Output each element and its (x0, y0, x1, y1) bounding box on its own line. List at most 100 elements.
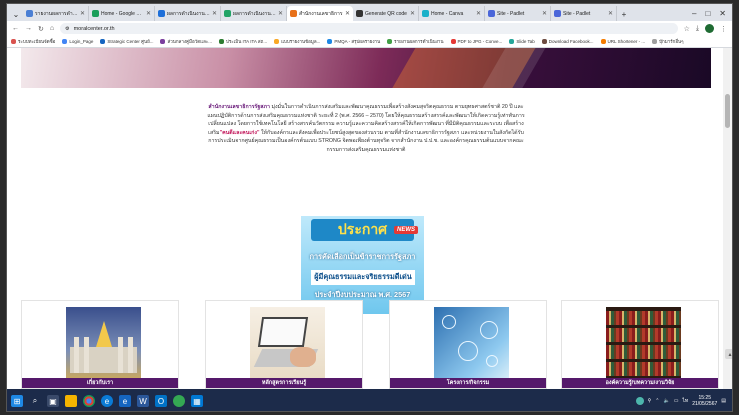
download-icon[interactable]: ⤓ (696, 25, 699, 33)
bookmark-favicon-icon (100, 39, 106, 44)
browser-tab[interactable]: Generate QR code ✕ (353, 6, 419, 21)
forward-arrow-icon[interactable]: → (25, 25, 32, 32)
edge-icon[interactable]: e (101, 395, 113, 407)
tab-close-icon[interactable]: ✕ (345, 10, 350, 17)
tab-close-icon[interactable]: ✕ (212, 10, 217, 17)
tab-close-icon[interactable]: ✕ (410, 10, 415, 17)
tab-label: Site - Padlet (563, 10, 591, 17)
bookmark-item[interactable]: PMQA - สรุปผลรายงาน (327, 38, 380, 45)
bookmark-label: PDF to JPG - Conve... (457, 39, 503, 44)
chevron-up-icon[interactable]: ⌃ (655, 398, 659, 404)
maximize-button[interactable]: □ (705, 9, 710, 18)
card-about-us[interactable]: เกี่ยวกับเรา (21, 300, 179, 389)
bookmark-label: ประเมิน ITA ITA สถ... (226, 39, 268, 44)
bookmark-item[interactable]: บุ๊กมาร์กอื่นๆ (652, 38, 684, 45)
bookmark-item[interactable]: รายงานผลการดำเนินงาน (387, 38, 444, 45)
browser-tab[interactable]: Home - Canva ✕ (419, 6, 485, 21)
address-bar: ← → ↻ ⌂ ⚙ moralcenter.or.th ☆ ⤓ ⋮ (7, 21, 732, 36)
bookmark-label: ส่วนกลางคู่มือวัดและ... (167, 39, 212, 44)
tab-favicon-icon (356, 10, 363, 17)
outlook-icon[interactable]: O (155, 395, 167, 407)
tab-label: รายงานผลการดำเนิน (35, 10, 78, 17)
tab-label: Home - Google Drive (101, 10, 144, 17)
scroll-top-button[interactable]: ▴ (725, 349, 732, 359)
tab-label: Site - Padlet (497, 10, 525, 17)
network-icon[interactable]: ▭ (674, 398, 679, 404)
bookmark-favicon-icon (62, 39, 68, 44)
browser-tab[interactable]: รายงานผลการดำเนิน ✕ (23, 6, 89, 21)
people-icon[interactable]: ⚲ (648, 398, 652, 404)
scrollbar-thumb[interactable] (725, 94, 730, 128)
card-courses[interactable]: หลักสูตรการเรียนรู้ (205, 300, 363, 389)
language-icon[interactable]: ไท (682, 397, 688, 405)
bookmark-item[interactable]: URL Shortener - ... (600, 39, 645, 44)
tab-close-icon[interactable]: ✕ (278, 10, 283, 17)
clock[interactable]: 15:25 21/05/2567 (692, 395, 717, 407)
tab-close-icon[interactable]: ✕ (542, 10, 547, 17)
tab-close-icon[interactable]: ✕ (146, 10, 151, 17)
bookmark-item[interactable]: แบบรายงานข้อมูล... (274, 38, 320, 45)
tab-close-icon[interactable]: ✕ (608, 10, 613, 17)
bookmark-item[interactable]: Download Facebook... (541, 39, 594, 44)
intro-paragraph: สำนักงานเลขาธิการรัฐสภา มุ่งมั่นในการดำเ… (207, 103, 525, 155)
back-arrow-icon[interactable]: ← (12, 25, 19, 32)
bookmark-item[interactable]: ส่วนกลางคู่มือวัดและ... (160, 38, 212, 45)
tab-label: Generate QR code (365, 10, 407, 17)
bookmark-item[interactable]: Strategic Center ศูนย์... (100, 38, 153, 45)
tab-close-icon[interactable]: ✕ (476, 10, 481, 17)
bookmark-star-icon[interactable]: ☆ (684, 25, 690, 33)
bookmark-item[interactable]: Slide Tab (509, 39, 535, 44)
browser-tab[interactable]: Site - Padlet ✕ (551, 6, 617, 21)
bookmark-favicon-icon (11, 39, 16, 44)
reload-icon[interactable]: ↻ (38, 25, 44, 33)
bookmark-item[interactable]: PDF to JPG - Conve... (450, 39, 503, 44)
browser-tab[interactable]: สำนักงานเลขาธิการ ✕ (287, 6, 353, 21)
card-knowledge[interactable]: องค์ความรู้/บทความ/งานวิจัย (561, 300, 719, 389)
bookmark-favicon-icon (600, 39, 606, 44)
page-scrollbar[interactable] (723, 48, 732, 389)
url-field[interactable]: ⚙ moralcenter.or.th (60, 23, 678, 34)
card-label: โครงการ/กิจกรรม (390, 378, 546, 388)
bookmark-item[interactable]: Login_Page (62, 39, 93, 44)
home-icon[interactable]: ⌂ (50, 25, 54, 32)
search-icon[interactable]: ⌕ (29, 395, 41, 407)
browser-window: ⌄ รายงานผลการดำเนิน ✕ Home - Google Drive ✕… (6, 3, 733, 412)
bookmark-item[interactable]: ระบบทะเบียนจัดซื้อ (11, 38, 55, 45)
tab-search-icon[interactable]: ⌄ (9, 7, 23, 21)
profile-avatar[interactable] (705, 24, 714, 33)
org-name: สำนักงานเลขาธิการรัฐสภา (208, 104, 271, 110)
close-window-button[interactable]: ✕ (719, 9, 726, 18)
card-label: เกี่ยวกับเรา (22, 378, 178, 388)
bookmark-label: Strategic Center ศูนย์... (107, 39, 154, 44)
windows-start-icon[interactable]: ⊞ (11, 395, 23, 407)
new-tab-button[interactable]: + (617, 7, 631, 21)
tab-bar: ⌄ รายงานผลการดำเนิน ✕ Home - Google Drive ✕… (7, 4, 732, 21)
browser-tab[interactable]: ผลการดำเนินงานตัว ✕ (221, 6, 287, 21)
site-info-icon[interactable]: ⚙ (65, 26, 69, 32)
url-text: moralcenter.or.th (73, 25, 115, 32)
task-view-icon[interactable]: ▣ (47, 395, 59, 407)
file-explorer-icon[interactable] (65, 395, 77, 407)
tab-favicon-icon (488, 10, 495, 17)
chrome-icon[interactable] (83, 395, 95, 407)
tab-close-icon[interactable]: ✕ (80, 10, 85, 17)
tab-favicon-icon (158, 10, 165, 17)
chrome-profile-icon[interactable] (173, 395, 185, 407)
volume-icon[interactable]: 🔈 (663, 398, 669, 404)
parliament-building-image (66, 307, 141, 379)
photos-icon[interactable]: ▦ (191, 395, 203, 407)
minimize-button[interactable]: – (692, 9, 696, 18)
bookmark-favicon-icon (652, 39, 658, 44)
browser-tab[interactable]: ผลการดำเนินงานตัว ✕ (155, 6, 221, 21)
ie-icon[interactable]: e (119, 395, 131, 407)
browser-tab[interactable]: Site - Padlet ✕ (485, 6, 551, 21)
notification-icon[interactable]: ▤ (721, 398, 726, 404)
card-projects[interactable]: โครงการ/กิจกรรม (389, 300, 547, 389)
user-avatar-icon[interactable] (635, 397, 644, 405)
browser-tab[interactable]: Home - Google Drive ✕ (89, 6, 155, 21)
word-icon[interactable]: W (137, 395, 149, 407)
menu-icon[interactable]: ⋮ (720, 25, 727, 33)
bookmarks-bar: ระบบทะเบียนจัดซื้อ Login_Page Strategic Ce… (7, 36, 732, 48)
bookmark-label: แบบรายงานข้อมูล... (281, 39, 321, 44)
bookmark-item[interactable]: ประเมิน ITA ITA สถ... (219, 38, 267, 45)
